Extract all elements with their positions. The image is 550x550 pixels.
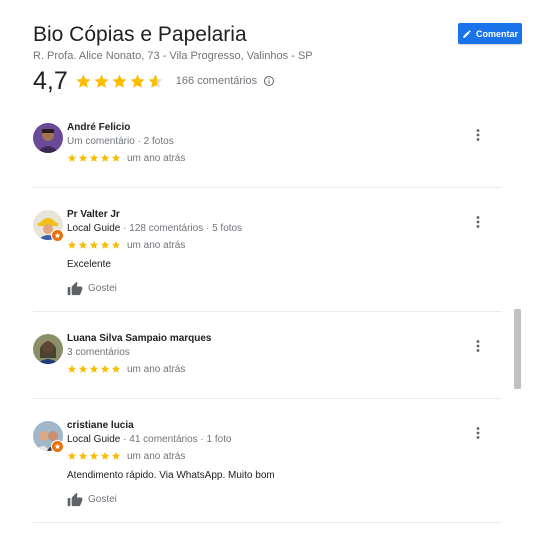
rating-value: 4,7	[33, 67, 68, 95]
star-icon	[94, 73, 109, 88]
review-text: Atendimento rápido. Via WhatsApp. Muito …	[67, 470, 275, 481]
star-icon	[78, 240, 88, 249]
divider	[33, 187, 501, 188]
star-icon	[67, 153, 77, 162]
like-label: Gostei	[88, 283, 117, 294]
scrollbar-thumb[interactable]	[514, 309, 521, 389]
star-icon	[89, 364, 99, 373]
reviewer-name[interactable]: Luana Silva Sampaio marques	[67, 332, 467, 345]
star-icon	[78, 364, 88, 373]
star-icon	[67, 451, 77, 460]
star-icon	[100, 153, 110, 162]
thumbs-up-icon	[67, 492, 83, 507]
comment-button-label: Comentar	[475, 28, 518, 39]
reviewer-name[interactable]: André Felicio	[67, 121, 467, 134]
pencil-icon	[463, 29, 471, 38]
more-vert-icon[interactable]	[473, 339, 483, 353]
review-stars	[67, 451, 121, 461]
reviewer-meta: 3 comentários	[67, 347, 130, 358]
star-icon	[89, 451, 99, 460]
reviewer-stats: · 41 comentários · 1 foto	[120, 434, 232, 445]
reviewer-name[interactable]: cristiane lucia	[67, 419, 467, 432]
like-button[interactable]: Gostei	[67, 492, 467, 507]
review-text: Excelente	[67, 259, 111, 270]
thumbs-up-icon	[67, 281, 83, 296]
review-stars	[67, 240, 121, 250]
info-icon[interactable]	[263, 75, 275, 87]
star-icon	[111, 153, 121, 162]
reviewer-meta: Local Guide · 128 comentários · 5 fotos	[67, 222, 467, 236]
review-stars	[67, 153, 121, 163]
star-icon	[112, 73, 127, 88]
star-icon	[67, 364, 77, 373]
divider	[33, 398, 501, 399]
review-date: um ano atrás	[127, 363, 186, 375]
star-icon	[100, 451, 110, 460]
star-icon	[89, 240, 99, 249]
star-icon	[111, 240, 121, 249]
like-button[interactable]: Gostei	[67, 281, 467, 296]
local-guide-badge-icon	[51, 440, 64, 453]
star-icon	[76, 73, 91, 88]
more-vert-icon[interactable]	[473, 215, 483, 229]
divider	[33, 522, 501, 523]
star-icon	[78, 451, 88, 460]
star-icon	[89, 153, 99, 162]
divider	[33, 311, 501, 312]
reviewer-name[interactable]: Pr Valter Jr	[67, 208, 467, 221]
star-icon	[130, 73, 145, 88]
more-vert-icon[interactable]	[473, 426, 483, 440]
star-icon	[111, 364, 121, 373]
place-title: Bio Cópias e Papelaria	[33, 23, 247, 46]
local-guide-badge-icon	[51, 229, 64, 242]
star-icon	[100, 364, 110, 373]
reviewer-meta: Local Guide · 41 comentários · 1 foto	[67, 433, 467, 447]
reviewer-meta: Um comentário · 2 fotos	[67, 136, 174, 147]
half-star-icon	[148, 73, 163, 88]
reviewer-stats: · 128 comentários · 5 fotos	[120, 223, 243, 234]
review-date: um ano atrás	[127, 450, 186, 462]
review-date: um ano atrás	[127, 152, 186, 164]
place-address: R. Profa. Alice Nonato, 73 - Vila Progre…	[33, 50, 313, 62]
star-icon	[78, 153, 88, 162]
avatar[interactable]	[33, 334, 63, 364]
star-icon	[111, 451, 121, 460]
rating-stars	[75, 73, 164, 90]
comment-button[interactable]: Comentar	[458, 23, 522, 44]
review-date: um ano atrás	[127, 239, 186, 251]
rating-summary: 4,7 166 comentários	[33, 67, 275, 95]
place-header: Bio Cópias e Papelaria R. Profa. Alice N…	[33, 22, 523, 62]
star-icon	[67, 240, 77, 249]
star-icon	[100, 240, 110, 249]
more-vert-icon[interactable]	[473, 128, 483, 142]
review-stars	[67, 364, 121, 374]
local-guide-label: Local Guide	[67, 223, 121, 234]
like-label: Gostei	[88, 494, 117, 505]
review-count[interactable]: 166 comentários	[176, 75, 257, 87]
local-guide-label: Local Guide	[67, 434, 121, 445]
avatar[interactable]	[33, 123, 63, 153]
